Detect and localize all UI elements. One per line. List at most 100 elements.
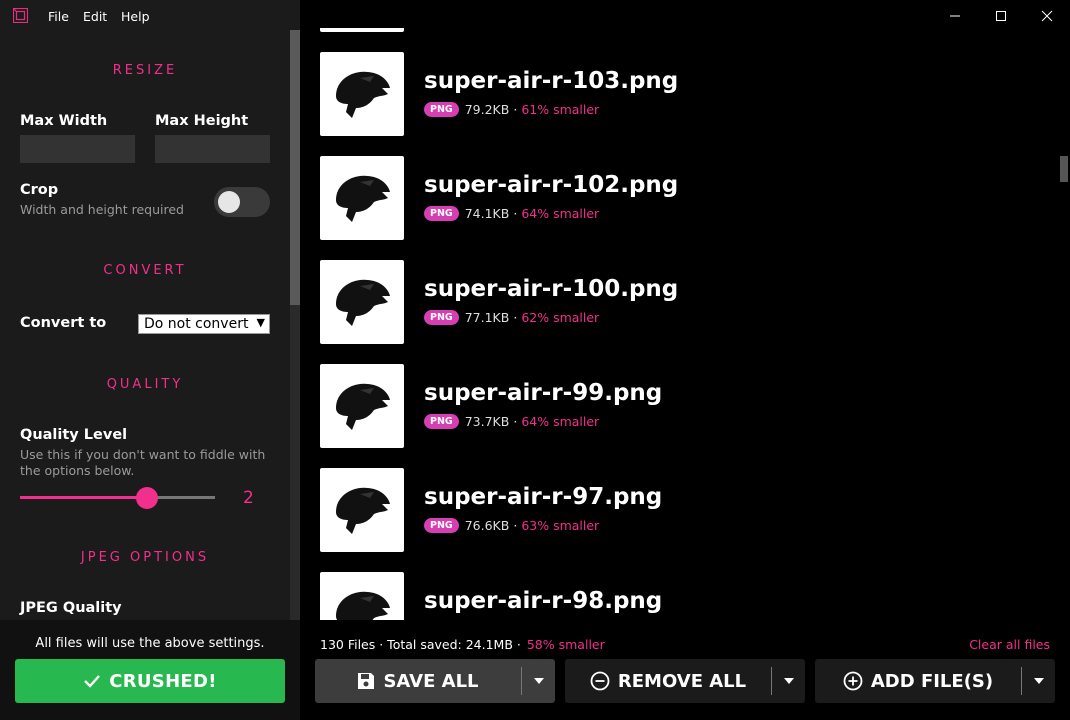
file-meta: PNG 73.7KB · 64% smaller [424,414,599,429]
crop-label: Crop [20,182,59,198]
meta-separator: · [513,206,518,221]
maximize-icon [996,11,1006,21]
quality-level-hint: Use this if you don't want to fiddle wit… [20,447,266,478]
crop-toggle-knob [218,191,240,213]
file-type-badge: PNG [424,414,459,429]
menu-edit[interactable]: Edit [83,9,107,24]
crop-hint: Width and height required [20,202,184,217]
partial-thumbnail [320,0,404,32]
file-type-badge: PNG [424,102,459,117]
file-row[interactable]: super-air-r-98.png [320,572,1040,620]
file-meta: PNG 74.1KB · 64% smaller [424,206,599,221]
caret-down-icon [533,678,544,684]
file-thumbnail [320,52,404,136]
convert-section-title: CONVERT [103,263,187,278]
file-list[interactable]: super-air-r-103.png PNG 79.2KB · 61% smaller… [300,0,1058,620]
sidebar-scrollbar-thumb[interactable] [290,30,300,305]
meta-separator: · [513,518,518,533]
summary-savings: 58% smaller [526,637,605,652]
add-files-button[interactable]: ADD FILE(S) [815,659,1021,703]
caret-down-icon [1033,678,1044,684]
crush-button-label: CRUSHED! [109,670,217,692]
meta-separator: · [513,102,518,117]
chevron-down-icon: ▼ [256,316,265,329]
menu-help[interactable]: Help [121,9,150,24]
file-size: 79.2KB [464,102,510,117]
file-list-scrollbar-thumb[interactable] [1060,156,1068,182]
file-type-badge: PNG [424,206,459,221]
sidebar-footer: All files will use the above settings. C… [0,620,300,720]
crush-button[interactable]: CRUSHED! [15,659,285,703]
minimize-button[interactable] [932,0,978,32]
max-width-input[interactable] [20,135,135,163]
app-logo-icon [13,8,28,23]
file-name: super-air-r-102.png [424,172,679,198]
minimize-icon [950,15,960,17]
plus-circle-icon [843,671,863,691]
minus-circle-icon [590,671,610,691]
file-thumbnail [320,156,404,240]
convert-to-selected: Do not convert [144,316,249,332]
floppy-disk-icon [357,672,375,690]
file-row[interactable]: super-air-r-99.png PNG 73.7KB · 64% smaller [320,364,1040,448]
file-savings: 63% smaller [521,518,600,533]
settings-sidebar: File Edit Help RESIZE Max Width Max Heig… [0,0,300,720]
file-meta: PNG 76.6KB · 63% smaller [424,518,599,533]
summary-line: 130 Files · Total saved: 24.1MB · 58% sm… [320,637,605,652]
save-all-dropdown[interactable] [522,659,555,703]
settings-note: All files will use the above settings. [35,636,265,651]
file-row[interactable]: super-air-r-103.png PNG 79.2KB · 61% smaller [320,52,1040,136]
file-meta: PNG 79.2KB · 61% smaller [424,102,599,117]
file-size: 73.7KB [464,414,510,429]
file-type-badge: PNG [424,310,459,325]
save-all-label: SAVE ALL [383,670,479,692]
file-name: super-air-r-99.png [424,380,663,406]
file-size: 76.6KB [464,518,510,533]
convert-to-select[interactable]: Do not convert ▼ [138,314,270,334]
crop-toggle[interactable] [214,187,270,217]
menu-bar: File Edit Help [0,0,300,32]
file-name: super-air-r-98.png [424,588,663,614]
maximize-button[interactable] [978,0,1024,32]
max-height-input[interactable] [155,135,270,163]
jpeg-quality-label: JPEG Quality [20,600,122,616]
file-row[interactable]: super-air-r-97.png PNG 76.6KB · 63% smaller [320,468,1040,552]
add-files-label: ADD FILE(S) [870,670,994,692]
quality-level-label: Quality Level [20,427,128,443]
meta-separator: · [513,414,518,429]
close-button[interactable] [1024,0,1070,32]
quality-slider-fill [20,496,147,499]
file-savings: 62% smaller [521,310,600,325]
quality-level-value: 2 [243,488,254,508]
caret-down-icon [783,678,794,684]
convert-to-label: Convert to [20,315,107,331]
file-thumbnail [320,260,404,344]
file-thumbnail [320,468,404,552]
quality-slider-handle[interactable] [135,487,158,509]
add-files-button-group: ADD FILE(S) [815,659,1055,703]
meta-separator: · [513,310,518,325]
quality-section-title: QUALITY [106,377,184,392]
check-icon [84,675,101,688]
file-name: super-air-r-97.png [424,484,663,510]
file-thumbnail [320,572,404,620]
remove-all-button[interactable]: REMOVE ALL [565,659,771,703]
remove-all-dropdown[interactable] [772,659,805,703]
file-row[interactable]: super-air-r-102.png PNG 74.1KB · 64% smaller [320,156,1040,240]
file-size: 77.1KB [464,310,510,325]
file-row[interactable]: super-air-r-100.png PNG 77.1KB · 62% smaller [320,260,1040,344]
clear-all-files-link[interactable]: Clear all files [969,637,1050,652]
save-all-button-group: SAVE ALL [315,659,555,703]
file-size: 74.1KB [464,206,510,221]
summary-text: 130 Files · Total saved: 24.1MB · [320,637,521,652]
add-files-dropdown[interactable] [1022,659,1055,703]
save-all-button[interactable]: SAVE ALL [315,659,521,703]
menu-file[interactable]: File [48,9,69,24]
quality-slider-track[interactable] [20,496,215,499]
file-panel: super-air-r-103.png PNG 79.2KB · 61% smaller… [300,0,1070,720]
file-meta: PNG 77.1KB · 62% smaller [424,310,599,325]
file-thumbnail [320,364,404,448]
sidebar-scrollbar[interactable] [290,30,300,620]
jpeg-section-title: JPEG OPTIONS [80,550,210,565]
file-list-scrollbar[interactable] [1058,30,1070,620]
